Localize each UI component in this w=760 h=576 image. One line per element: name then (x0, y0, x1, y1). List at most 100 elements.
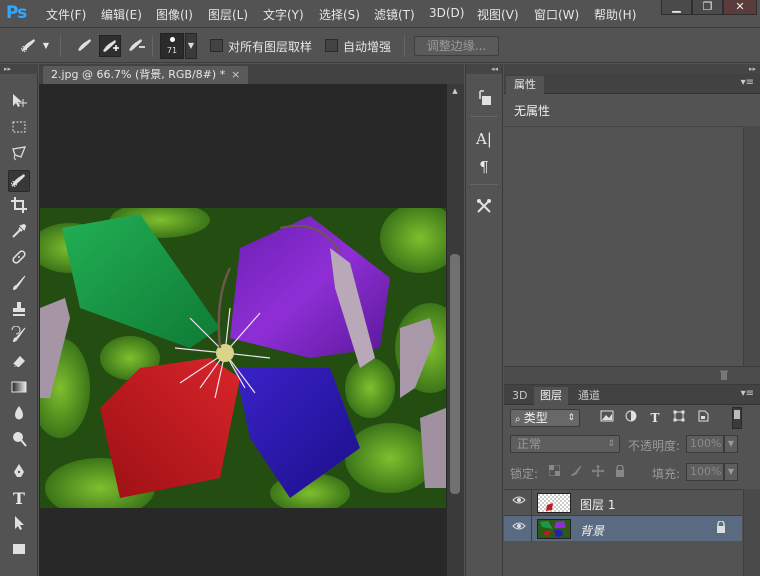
subtract-from-selection-icon[interactable] (125, 35, 147, 57)
menu-filter[interactable]: 滤镜(T) (374, 6, 415, 23)
photoshop-logo: Ps (6, 3, 27, 23)
trash-icon[interactable] (718, 369, 730, 384)
blend-mode-select[interactable]: 正常 ⇕ (510, 435, 620, 453)
properties-scrollbar[interactable] (743, 126, 760, 366)
tab-layers[interactable]: 图层 (534, 387, 568, 405)
filter-toggle-switch[interactable] (732, 407, 742, 429)
document-tab[interactable]: 2.jpg @ 66.7% (背景, RGB/8#) * × (43, 66, 249, 84)
preset-dropdown-icon[interactable]: ▼ (40, 35, 52, 57)
healing-brush-tool-icon[interactable] (8, 248, 30, 270)
filter-adjustment-icon[interactable] (622, 409, 640, 427)
fill-dropdown-icon[interactable]: ▼ (724, 463, 738, 481)
auto-enhance-checkbox[interactable] (325, 39, 338, 52)
menu-type[interactable]: 文字(Y) (263, 6, 304, 23)
sample-all-layers-label: 对所有图层取样 (228, 40, 313, 54)
close-button[interactable]: ✕ (723, 0, 757, 15)
opacity-dropdown-icon[interactable]: ▼ (724, 435, 738, 453)
lock-transparent-pixels-icon[interactable] (546, 464, 562, 481)
layers-scrollbar[interactable] (743, 489, 760, 576)
menu-window[interactable]: 窗口(W) (534, 6, 579, 23)
quick-selection-preset-icon[interactable] (18, 35, 40, 57)
tab-3d[interactable]: 3D (506, 387, 533, 405)
maximize-button[interactable]: ❐ (692, 0, 723, 15)
rectangle-tool-icon[interactable] (8, 540, 30, 562)
tab-channels[interactable]: 通道 (572, 387, 606, 405)
filter-pixel-icon[interactable] (598, 409, 616, 427)
canvas-vertical-scrollbar[interactable]: ▲ (447, 84, 464, 576)
eye-icon[interactable] (512, 521, 526, 534)
brush-tool-icon[interactable] (8, 274, 30, 296)
strip-divider (470, 184, 498, 185)
add-to-selection-icon[interactable] (99, 35, 121, 57)
pen-tool-icon[interactable] (8, 462, 30, 484)
auto-enhance-label: 自动增强 (343, 40, 392, 54)
blur-tool-icon[interactable] (8, 404, 30, 426)
marquee-tool-icon[interactable] (8, 118, 30, 140)
history-panel-icon[interactable] (473, 88, 495, 110)
eraser-tool-icon[interactable] (8, 352, 30, 374)
close-document-icon[interactable]: × (231, 68, 240, 81)
scrollbar-thumb[interactable] (450, 254, 460, 494)
history-brush-tool-icon[interactable] (8, 325, 30, 348)
tool-presets-panel-icon[interactable] (473, 196, 495, 218)
lock-position-icon[interactable] (590, 465, 606, 481)
type-tool-icon[interactable]: T (8, 488, 30, 510)
quick-selection-tool-icon[interactable] (8, 170, 30, 192)
expand-panels-icon[interactable]: ◂◂ (466, 64, 502, 74)
brush-size-value: 71 (166, 46, 178, 55)
menu-file[interactable]: 文件(F) (46, 6, 86, 23)
layer-row[interactable]: 图层 1 (504, 489, 742, 516)
updown-arrow-icon: ⇕ (567, 413, 575, 423)
lasso-tool-icon[interactable] (8, 144, 30, 166)
blend-mode-value: 正常 (517, 437, 542, 451)
menu-bar: Ps 文件(F) 编辑(E) 图像(I) 图层(L) 文字(Y) 选择(S) 滤… (0, 0, 760, 28)
opacity-input[interactable]: 100% (686, 435, 724, 453)
refine-edge-button[interactable]: 调整边缘... (414, 36, 499, 56)
layer-name[interactable]: 背景 (580, 522, 604, 539)
clone-stamp-tool-icon[interactable] (8, 300, 30, 322)
filter-type-icon[interactable]: T (646, 409, 664, 427)
fill-input[interactable]: 100% (686, 463, 724, 481)
layer-row-selected[interactable]: 背景 (504, 515, 742, 542)
lock-image-pixels-icon[interactable] (568, 465, 584, 481)
crop-tool-icon[interactable] (8, 196, 30, 218)
brush-size-picker[interactable]: 71 (160, 33, 184, 59)
collapse-panels-icon[interactable]: ▸▸ (504, 64, 760, 74)
panel-menu-icon[interactable]: ▾≡ (741, 77, 754, 88)
minimize-button[interactable]: ▁ (661, 0, 692, 15)
canvas-area[interactable] (39, 84, 447, 576)
brush-picker-dropdown-icon[interactable]: ▼ (185, 33, 197, 59)
brush-tip-icon (170, 37, 175, 42)
eye-icon[interactable] (512, 495, 526, 508)
dodge-tool-icon[interactable] (8, 430, 30, 452)
lock-all-icon[interactable] (612, 464, 628, 481)
filter-smart-object-icon[interactable] (694, 409, 712, 427)
move-tool-icon[interactable] (8, 92, 30, 114)
paragraph-panel-icon[interactable]: ¶ (473, 156, 495, 178)
menu-select[interactable]: 选择(S) (319, 6, 360, 23)
menu-3d[interactable]: 3D(D) (429, 6, 464, 20)
tab-properties[interactable]: 属性 (506, 76, 544, 94)
fill-label: 填充: (652, 467, 681, 481)
layers-panel: 3D 图层 通道 ▾≡ ⌕ 类型 ⇕ T 正常 ⇕ 不透明度: 100% ▼ 锁定: (504, 384, 760, 576)
sample-all-layers-checkbox[interactable] (210, 39, 223, 52)
menu-edit[interactable]: 编辑(E) (101, 6, 142, 23)
menu-layer[interactable]: 图层(L) (208, 6, 248, 23)
character-panel-icon[interactable]: A| (473, 128, 495, 150)
panel-menu-icon[interactable]: ▾≡ (741, 388, 754, 399)
gradient-tool-icon[interactable] (8, 378, 30, 400)
eyedropper-tool-icon[interactable] (8, 222, 30, 244)
menu-image[interactable]: 图像(I) (156, 6, 193, 23)
filter-shape-icon[interactable] (670, 409, 688, 427)
options-divider (60, 35, 61, 57)
document-image[interactable] (40, 208, 446, 508)
layer-kind-filter[interactable]: ⌕ 类型 ⇕ (510, 409, 580, 427)
new-selection-icon[interactable] (74, 35, 96, 57)
menu-view[interactable]: 视图(V) (477, 6, 519, 23)
path-selection-tool-icon[interactable] (8, 514, 30, 536)
panel-collapse-icon[interactable]: ▸▸ (0, 64, 38, 74)
layer-name[interactable]: 图层 1 (580, 496, 615, 513)
menu-help[interactable]: 帮助(H) (594, 6, 636, 23)
scroll-up-icon[interactable]: ▲ (450, 87, 460, 95)
document-tab-title: 2.jpg @ 66.7% (背景, RGB/8#) * (51, 68, 226, 81)
